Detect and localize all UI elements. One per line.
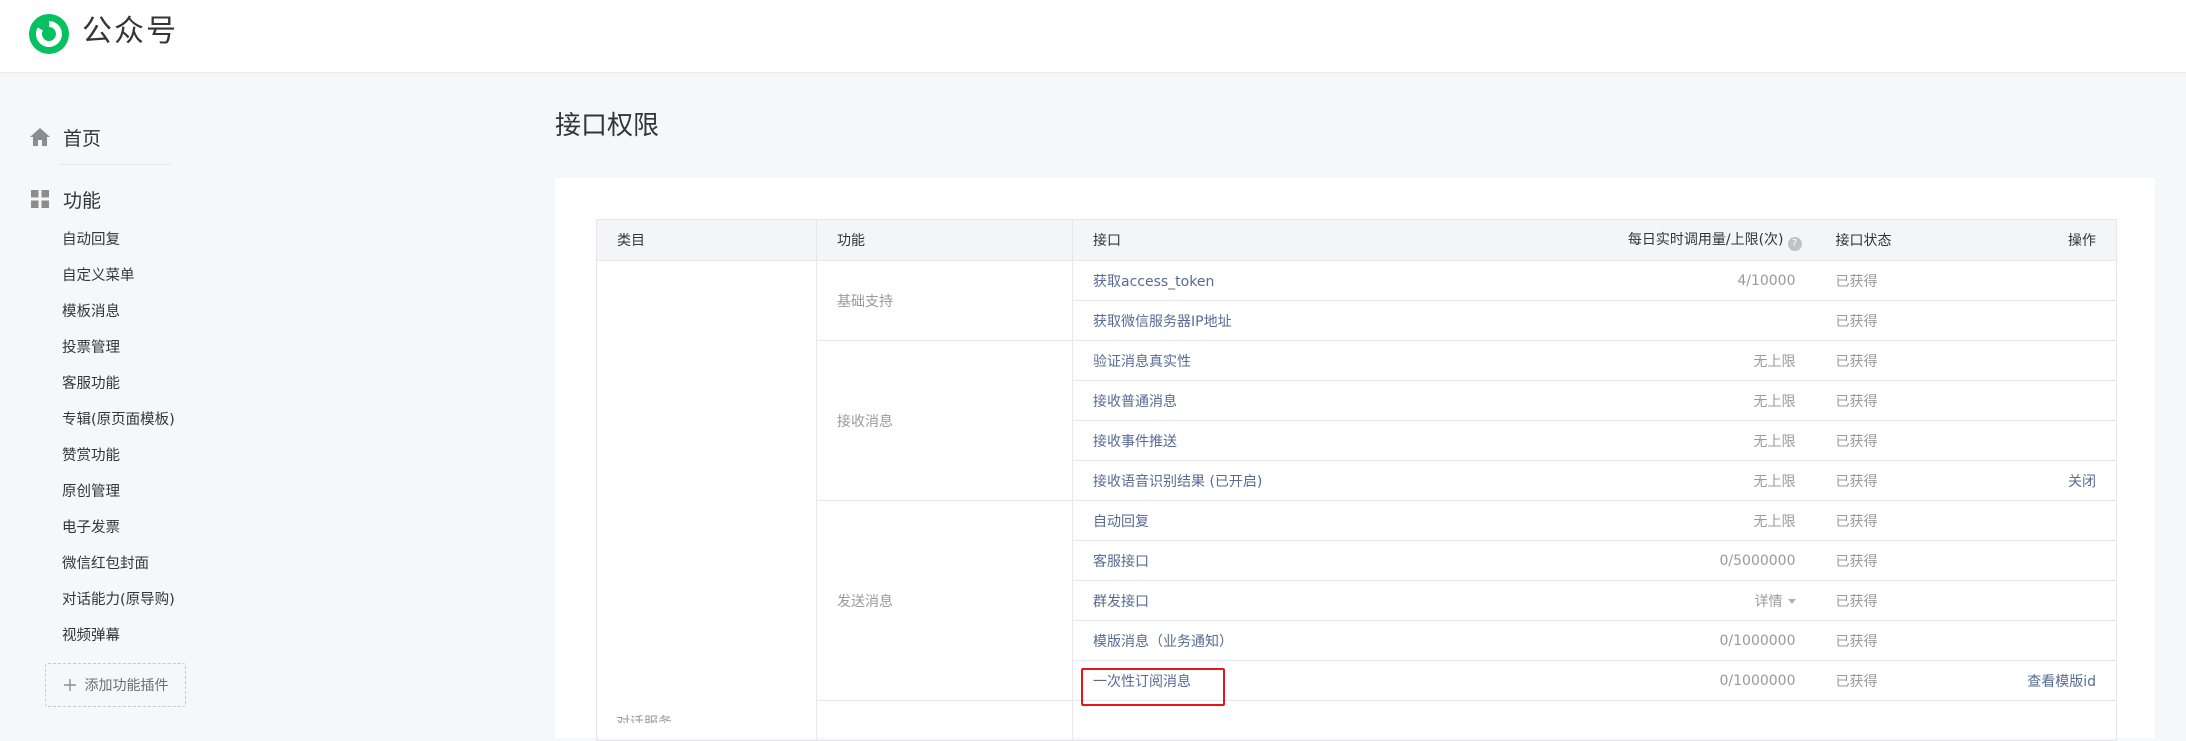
quota-cell xyxy=(1552,700,1816,741)
sidebar-divider xyxy=(60,164,170,165)
status-cell: 已获得 xyxy=(1815,660,1966,701)
interface-link[interactable]: 接收普通消息 xyxy=(1072,380,1553,421)
api-permission-table: 类目 功能 接口 每日实时调用量/上限(次)? 接口状态 操作 基础支持 获取a… xyxy=(596,219,2117,741)
quota-cell: 0/5000000 xyxy=(1552,540,1816,581)
function-cell: 基础支持 xyxy=(816,260,1073,341)
interface-link[interactable]: 客服接口 xyxy=(1072,540,1553,581)
plus-icon xyxy=(63,679,76,691)
sidebar-item-e-invoice[interactable]: 电子发票 xyxy=(62,510,312,546)
sidebar-group-label: 功能 xyxy=(63,189,102,212)
brand-name: 公众号 xyxy=(82,14,178,49)
sidebar-group-functions: 功能 xyxy=(29,182,101,216)
interface-link[interactable] xyxy=(1072,700,1553,741)
wechat-official-account-logo-icon[interactable] xyxy=(27,12,71,56)
header-operation: 操作 xyxy=(1965,219,2117,261)
header-status: 接口状态 xyxy=(1815,219,1966,261)
operation-cell[interactable] xyxy=(1965,500,2117,541)
operation-cell[interactable] xyxy=(1965,620,2117,661)
close-voice-recognition-link[interactable]: 关闭 xyxy=(1965,460,2117,501)
status-cell xyxy=(1815,700,1966,741)
page-title: 接口权限 xyxy=(555,111,660,141)
status-cell: 已获得 xyxy=(1815,580,1966,621)
sidebar-item-auto-reply[interactable]: 自动回复 xyxy=(62,222,312,258)
function-cell: 发送消息 xyxy=(816,500,1073,701)
status-cell: 已获得 xyxy=(1815,260,1966,301)
quota-cell: 无上限 xyxy=(1552,380,1816,421)
sidebar-item-vote-management[interactable]: 投票管理 xyxy=(62,330,312,366)
header-quota-label: 每日实时调用量/上限(次) xyxy=(1627,232,1784,248)
quota-cell xyxy=(1552,300,1816,341)
sidebar-item-red-packet-cover[interactable]: 微信红包封面 xyxy=(62,546,312,582)
top-bar: 公众号 xyxy=(0,0,2186,73)
interface-link[interactable]: 自动回复 xyxy=(1072,500,1553,541)
status-cell: 已获得 xyxy=(1815,300,1966,341)
operation-cell[interactable] xyxy=(1965,540,2117,581)
quota-cell: 0/1000000 xyxy=(1552,620,1816,661)
quota-cell: 4/10000 xyxy=(1552,260,1816,301)
add-plugin-label: 添加功能插件 xyxy=(84,678,169,694)
quota-details-label: 详情 xyxy=(1754,593,1783,610)
status-cell: 已获得 xyxy=(1815,620,1966,661)
sidebar-item-dialogue[interactable]: 对话能力(原导购) xyxy=(62,582,312,618)
interface-link[interactable]: 一次性订阅消息 xyxy=(1072,660,1553,701)
header-category: 类目 xyxy=(596,219,817,261)
quota-cell: 无上限 xyxy=(1552,500,1816,541)
interface-link[interactable]: 验证消息真实性 xyxy=(1072,340,1553,381)
operation-cell[interactable] xyxy=(1965,340,2117,381)
header-quota: 每日实时调用量/上限(次)? xyxy=(1552,219,1816,261)
header-interface: 接口 xyxy=(1072,219,1553,261)
view-template-id-link[interactable]: 查看模版id xyxy=(1965,660,2117,701)
operation-cell[interactable] xyxy=(1965,700,2117,741)
grid-icon xyxy=(31,190,49,208)
status-cell: 已获得 xyxy=(1815,500,1966,541)
operation-cell[interactable] xyxy=(1965,580,2117,621)
operation-cell[interactable] xyxy=(1965,300,2117,341)
table-row: 接收消息 验证消息真实性 无上限 已获得 xyxy=(597,340,2117,501)
interface-link[interactable]: 获取微信服务器IP地址 xyxy=(1072,300,1553,341)
chevron-down-icon xyxy=(1787,598,1796,604)
interface-link[interactable]: 获取access_token xyxy=(1072,260,1553,301)
sidebar-item-reward[interactable]: 赞赏功能 xyxy=(62,438,312,474)
home-icon xyxy=(30,128,50,146)
sidebar-item-album[interactable]: 专辑(原页面模板) xyxy=(62,402,312,438)
operation-cell[interactable] xyxy=(1965,380,2117,421)
quota-cell: 无上限 xyxy=(1552,340,1816,381)
sidebar-item-custom-menu[interactable]: 自定义菜单 xyxy=(62,258,312,294)
table-row: 基础支持 获取access_token 4/10000 已获得 xyxy=(596,260,2117,741)
status-cell: 已获得 xyxy=(1815,380,1966,421)
sidebar-item-home[interactable]: 首页 xyxy=(29,120,101,154)
function-cell xyxy=(816,700,1073,741)
sidebar-item-template-message[interactable]: 模板消息 xyxy=(62,294,312,330)
help-icon[interactable]: ? xyxy=(1787,237,1802,251)
quota-cell: 无上限 xyxy=(1552,460,1816,501)
table-row xyxy=(597,700,2117,741)
status-cell: 已获得 xyxy=(1815,340,1966,381)
category-label-partial: 对话服务 xyxy=(616,715,672,723)
quota-cell: 0/1000000 xyxy=(1552,660,1816,701)
table-header-row: 类目 功能 接口 每日实时调用量/上限(次)? 接口状态 操作 xyxy=(596,219,2117,261)
status-cell: 已获得 xyxy=(1815,420,1966,461)
operation-cell[interactable] xyxy=(1965,260,2117,301)
interface-link[interactable]: 接收事件推送 xyxy=(1072,420,1553,461)
sidebar-menu: 自动回复 自定义菜单 模板消息 投票管理 客服功能 专辑(原页面模板) 赞赏功能… xyxy=(62,222,312,654)
operation-cell[interactable] xyxy=(1965,420,2117,461)
status-cell: 已获得 xyxy=(1815,460,1966,501)
sidebar-item-video-danmaku[interactable]: 视频弹幕 xyxy=(62,618,312,654)
interface-link[interactable]: 接收语音识别结果 (已开启) xyxy=(1072,460,1553,501)
interface-link[interactable]: 模版消息（业务通知） xyxy=(1072,620,1553,661)
quota-cell: 无上限 xyxy=(1552,420,1816,461)
table-row: 发送消息 自动回复 无上限 已获得 xyxy=(597,500,2117,701)
sidebar-item-customer-service[interactable]: 客服功能 xyxy=(62,366,312,402)
header-function: 功能 xyxy=(816,219,1073,261)
interface-link[interactable]: 群发接口 xyxy=(1072,580,1553,621)
quota-details-dropdown[interactable]: 详情 xyxy=(1552,580,1816,621)
sidebar-home-label: 首页 xyxy=(63,127,102,150)
category-cell xyxy=(596,260,817,741)
sidebar-item-original-management[interactable]: 原创管理 xyxy=(62,474,312,510)
add-plugin-button[interactable]: 添加功能插件 xyxy=(45,663,186,707)
status-cell: 已获得 xyxy=(1815,540,1966,581)
function-cell: 接收消息 xyxy=(816,340,1073,501)
